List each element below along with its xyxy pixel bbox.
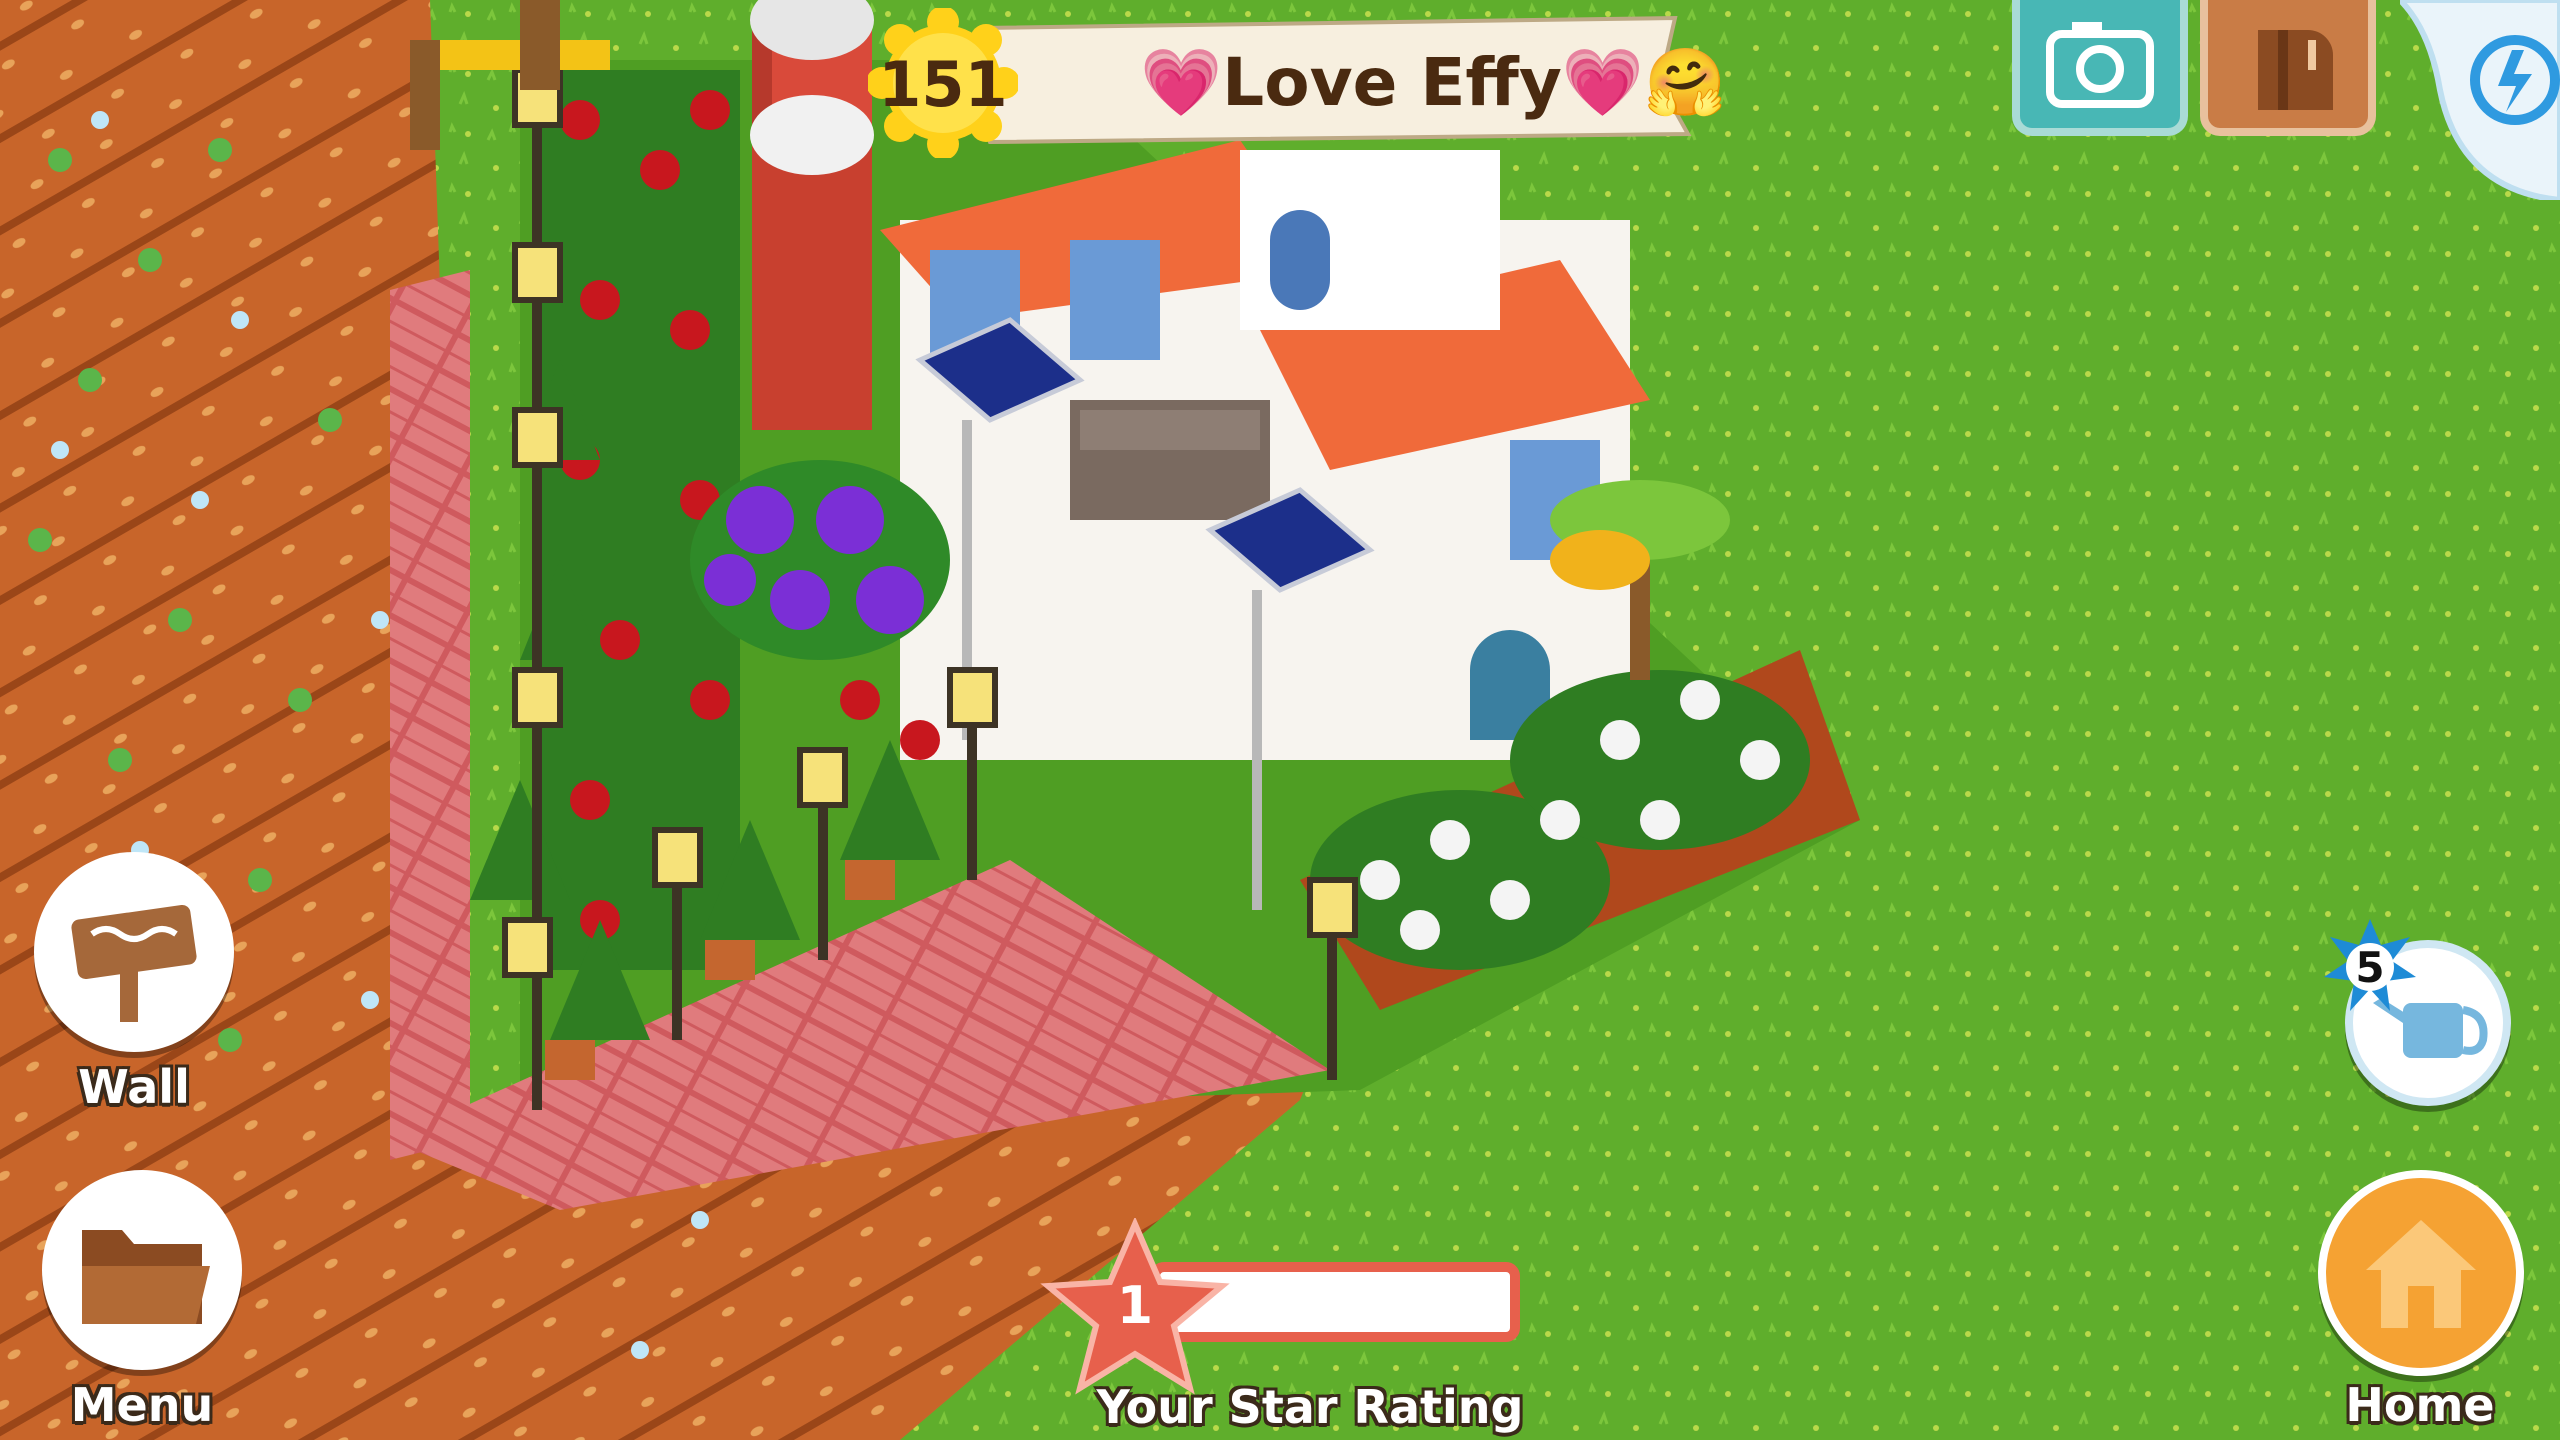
camera-button[interactable]: [2012, 0, 2188, 136]
watering-can-count: 5: [2355, 943, 2385, 992]
player-name-banner[interactable]: 💗Love Effy💗🤗: [960, 14, 1726, 144]
signpost-icon: [71, 904, 197, 1022]
menu-button[interactable]: [42, 1170, 242, 1370]
farm-scene[interactable]: [0, 0, 2560, 1440]
star-rating-badge[interactable]: 1: [1040, 1216, 1230, 1398]
menu-label: Menu: [70, 1378, 214, 1432]
mailbox-icon: [2258, 30, 2333, 110]
star-rating-value: 1: [1116, 1276, 1154, 1336]
level-badge[interactable]: 151: [866, 6, 1020, 160]
mailbox-button[interactable]: [2200, 0, 2376, 136]
energy-button[interactable]: [2395, 0, 2560, 204]
lightning-icon: [2395, 0, 2560, 204]
house-icon: [2366, 1220, 2476, 1328]
player-name: 💗Love Effy💗🤗: [1140, 44, 1727, 121]
purple-flower-bush[interactable]: [690, 460, 950, 660]
home-button[interactable]: [2318, 1170, 2524, 1376]
home-label: Home: [2345, 1378, 2495, 1432]
star-rating-label: Your Star Rating: [1096, 1380, 1524, 1434]
wall-button[interactable]: [34, 852, 234, 1052]
level-number: 151: [878, 48, 1008, 121]
silo[interactable]: [750, 0, 874, 430]
watering-can-count-badge: 5: [2320, 915, 2420, 1015]
wall-label: Wall: [78, 1060, 190, 1114]
folder-icon: [82, 1230, 210, 1324]
camera-icon: [2046, 22, 2154, 108]
